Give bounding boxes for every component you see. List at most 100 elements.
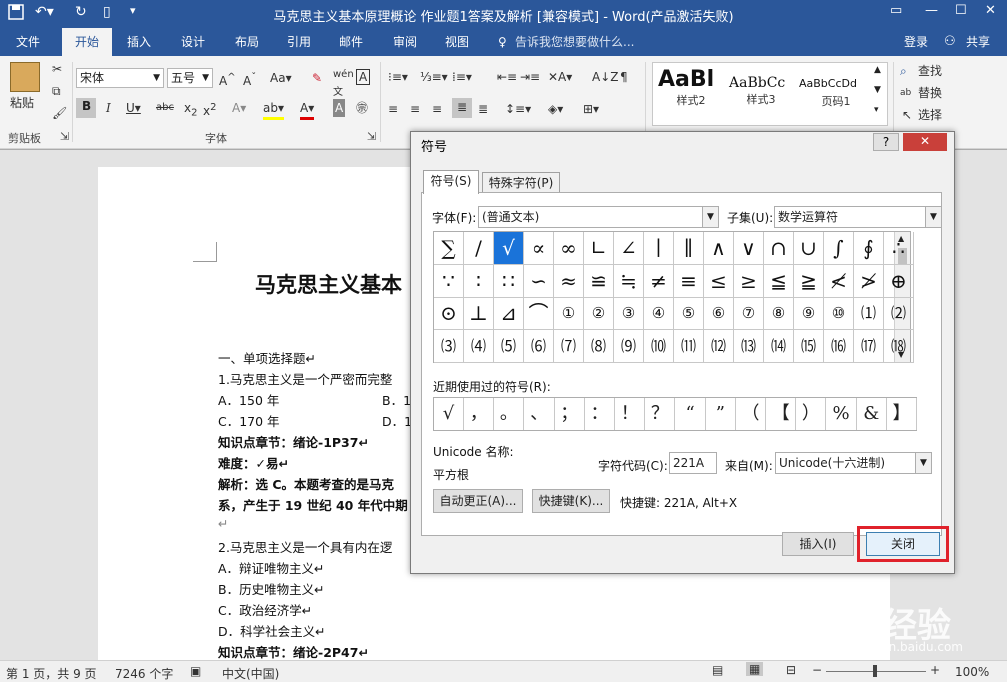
close-button[interactable]: 关闭: [866, 532, 940, 556]
proofing-icon[interactable]: ▣: [190, 664, 201, 678]
symbol-cell[interactable]: ⑤: [674, 297, 704, 330]
change-case-icon[interactable]: Aa▾: [270, 69, 292, 87]
style-item[interactable]: AaBbCcDd 页码1: [799, 67, 873, 119]
symbol-cell[interactable]: ⑼: [614, 329, 644, 363]
symbol-cell[interactable]: ∑: [434, 232, 464, 265]
symbol-cell[interactable]: ≒: [614, 264, 644, 298]
font-color-icon[interactable]: A▾: [300, 99, 315, 120]
symbol-cell[interactable]: ∴: [884, 232, 914, 265]
symbol-cell[interactable]: ⊥: [464, 297, 494, 330]
sort-icon[interactable]: A↓Z: [592, 68, 618, 86]
symbol-cell[interactable]: ∧: [704, 232, 734, 265]
recent-symbol[interactable]: 【: [766, 398, 797, 430]
symbol-cell[interactable]: ⒂: [794, 329, 824, 363]
font-select[interactable]: (普通文本) ▼: [478, 206, 719, 228]
symbol-cell[interactable]: ②: [584, 297, 614, 330]
clipboard-launcher-icon[interactable]: ⇲: [60, 130, 69, 143]
symbol-cell[interactable]: ④: [644, 297, 674, 330]
symbol-cell[interactable]: ⑷: [464, 329, 494, 363]
symbol-cell[interactable]: ∝: [524, 232, 554, 265]
recent-symbols-strip[interactable]: √，。、；：！？ “” （【）% &】: [433, 397, 917, 431]
text-effects-icon[interactable]: A▾: [232, 99, 246, 117]
language-status[interactable]: 中文(中国): [222, 665, 279, 682]
symbol-cell[interactable]: ⑺: [554, 329, 584, 363]
align-center-icon[interactable]: ≡: [410, 100, 420, 118]
copy-icon[interactable]: ⧉: [52, 82, 61, 100]
tab-insert[interactable]: 插入: [116, 28, 162, 56]
from-select[interactable]: Unicode(十六进制) ▼: [775, 452, 932, 474]
share-button[interactable]: 共享: [958, 28, 998, 56]
italic-icon[interactable]: I: [106, 99, 111, 117]
shortcut-key-button[interactable]: 快捷键(K)...: [532, 489, 610, 513]
format-painter-icon[interactable]: 🖌: [52, 104, 67, 122]
symbol-cell[interactable]: ≤: [704, 264, 734, 298]
justify-icon[interactable]: ≣: [452, 98, 472, 118]
gallery-up-icon[interactable]: ▲: [874, 65, 881, 75]
symbol-cell[interactable]: ∩: [764, 232, 794, 265]
symbol-cell[interactable]: ∪: [794, 232, 824, 265]
symbol-cell[interactable]: ⑧: [764, 297, 794, 330]
symbol-cell[interactable]: ≮: [824, 264, 854, 298]
font-name-combo[interactable]: 宋体 ▼: [76, 68, 164, 88]
read-mode-icon[interactable]: ▤: [712, 663, 723, 677]
help-button[interactable]: ?: [873, 133, 899, 151]
symbol-cell[interactable]: ⑾: [674, 329, 704, 363]
word-count[interactable]: 7246 个字: [115, 665, 173, 682]
paste-button-label[interactable]: 粘贴: [10, 94, 34, 112]
clear-format-icon[interactable]: ✎: [312, 69, 322, 87]
web-layout-icon[interactable]: ⊟: [786, 663, 796, 677]
decrease-indent-icon[interactable]: ⇤≡: [497, 68, 517, 86]
symbol-cell[interactable]: ⑸: [494, 329, 524, 363]
symbol-cell[interactable]: ①: [554, 297, 584, 330]
shrink-font-icon[interactable]: Aˇ: [243, 69, 256, 90]
enclosed-character-icon[interactable]: ㊪: [356, 99, 368, 117]
style-item[interactable]: AaBl 样式2: [658, 67, 724, 119]
page-count[interactable]: 第 1 页，共 9 页: [6, 665, 97, 682]
bullets-icon[interactable]: ⁝≡▾: [388, 68, 408, 86]
multilevel-list-icon[interactable]: ⁞≡▾: [452, 68, 472, 86]
symbol-grid[interactable]: ▲ ▼ ∑ / √ ∝ ∞ ∟ ∠ ∣ ∥ ∧ ∨ ∩ ∪ ∫ ∮ ∴ ∵ ∶ ∷ ∽ ≈ ≌ ≒ ≠ ≡ ≤ ≥ ≦ ≧ ≮ ≯ ⊕ ⊙ ⊥ ⊿ ⌒…: [433, 231, 914, 363]
symbol-cell[interactable]: ∟: [584, 232, 614, 265]
align-left-icon[interactable]: ≡: [388, 100, 398, 118]
replace-icon[interactable]: ab: [900, 84, 911, 102]
underline-icon[interactable]: U▾: [126, 99, 141, 117]
recent-symbol[interactable]: %: [827, 398, 857, 430]
symbol-cell[interactable]: ∨: [734, 232, 764, 265]
symbol-cell[interactable]: ≯: [854, 264, 884, 298]
char-code-input[interactable]: 221A: [669, 452, 717, 474]
tab-symbols[interactable]: 符号(S): [423, 170, 479, 194]
numbering-icon[interactable]: ⅓≡▾: [420, 68, 448, 86]
recent-symbol[interactable]: ！: [615, 398, 646, 430]
recent-symbol[interactable]: 、: [525, 398, 555, 430]
cut-icon[interactable]: ✂: [52, 60, 62, 78]
symbol-cell[interactable]: ∽: [524, 264, 554, 298]
bold-button[interactable]: B: [76, 98, 96, 118]
select-button[interactable]: 选择: [918, 106, 942, 124]
close-window-icon[interactable]: ✕: [985, 3, 996, 18]
strikethrough-icon[interactable]: abc: [156, 99, 174, 117]
symbol-cell[interactable]: ⌒: [524, 297, 554, 330]
style-item[interactable]: AaBbCc 样式3: [729, 67, 793, 119]
symbol-cell[interactable]: ≡: [674, 264, 704, 298]
symbol-cell[interactable]: ⒃: [824, 329, 854, 363]
symbol-cell[interactable]: ⑶: [434, 329, 464, 363]
zoom-level[interactable]: 100%: [955, 665, 989, 679]
symbol-cell[interactable]: ∫: [824, 232, 854, 265]
symbol-cell[interactable]: /: [464, 232, 494, 265]
symbol-cell[interactable]: ⑨: [794, 297, 824, 330]
grow-font-icon[interactable]: A^: [219, 69, 236, 90]
tab-home[interactable]: 开始: [62, 28, 112, 56]
font-launcher-icon[interactable]: ⇲: [367, 130, 376, 143]
symbol-cell[interactable]: ≧: [794, 264, 824, 298]
recent-symbol[interactable]: （: [736, 398, 766, 430]
symbol-cell[interactable]: ⑽: [644, 329, 674, 363]
sign-in-link[interactable]: 登录: [896, 28, 936, 56]
character-shading-icon[interactable]: A: [333, 99, 346, 117]
subset-select[interactable]: 数学运算符 ▼: [774, 206, 942, 228]
symbol-cell[interactable]: ∞: [554, 232, 584, 265]
symbol-cell[interactable]: ⒄: [854, 329, 884, 363]
font-size-combo[interactable]: 五号 ▼: [167, 68, 213, 88]
symbol-cell[interactable]: ≠: [644, 264, 674, 298]
character-border-icon[interactable]: A: [356, 69, 371, 85]
line-spacing-icon[interactable]: ↕≡▾: [505, 100, 531, 118]
